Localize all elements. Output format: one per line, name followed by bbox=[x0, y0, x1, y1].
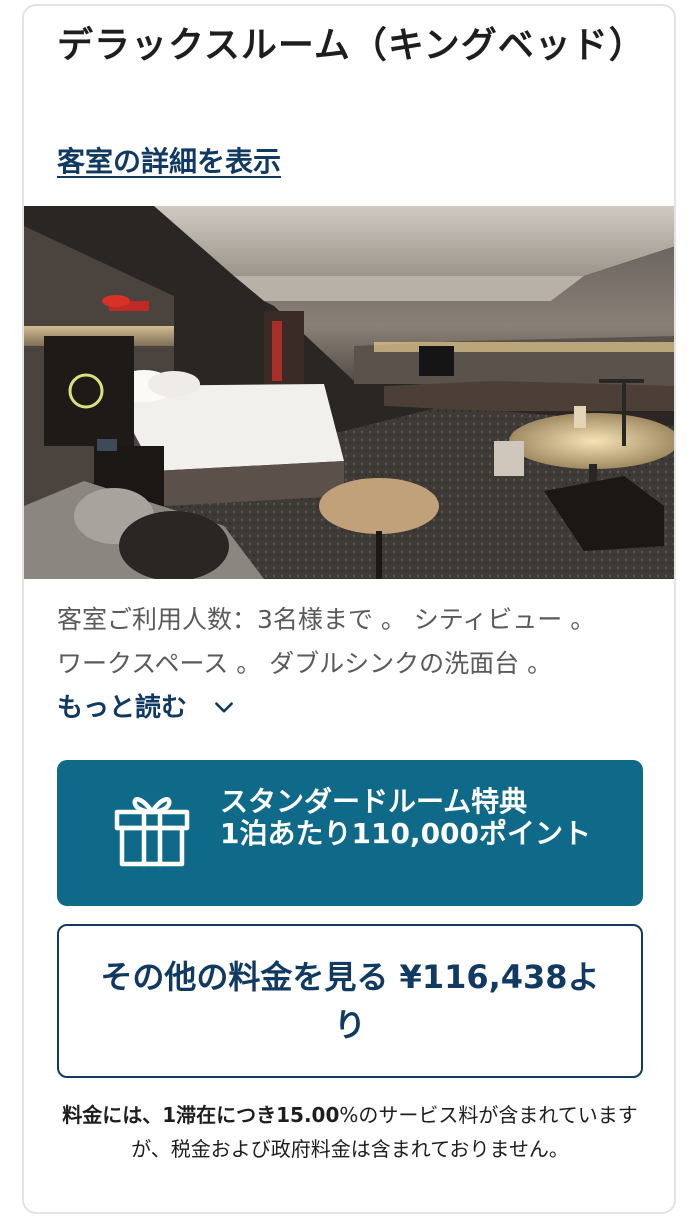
room-card: デラックスルーム（キングベッド） 客室の詳細を表示 客室ご利用人数：3名様まで … bbox=[22, 4, 676, 1214]
view-other-rates-button[interactable]: その他の料金を見る ¥116,438より bbox=[57, 924, 643, 1078]
read-more-label: もっと読む bbox=[57, 693, 188, 723]
room-photo bbox=[24, 206, 674, 579]
points-offer-text: スタンダードルーム特典 1泊あたり110,000ポイント bbox=[220, 786, 620, 850]
room-title: デラックスルーム（キングベッド） bbox=[57, 25, 646, 66]
points-offer-title: スタンダードルーム特典 bbox=[220, 785, 528, 818]
fee-disclaimer-bold: 料金には、1滞在につき15.00 bbox=[62, 1103, 340, 1127]
points-reward-button[interactable]: スタンダードルーム特典 1泊あたり110,000ポイント bbox=[57, 760, 643, 906]
view-other-rates-label: その他の料金を見る ¥116,438より bbox=[100, 958, 600, 1044]
read-more-button[interactable]: もっと読む bbox=[57, 690, 237, 726]
chevron-down-icon bbox=[215, 702, 233, 713]
room-details-link[interactable]: 客室の詳細を表示 bbox=[57, 142, 281, 182]
room-description: 客室ご利用人数：3名様まで 。 シティビュー 。 ワークスペース 。 ダブルシン… bbox=[57, 605, 596, 678]
fee-disclaimer: 料金には、1滞在につき15.00%のサービス料が含まれていますが、税金および政府… bbox=[54, 1098, 646, 1166]
gift-icon bbox=[114, 797, 190, 867]
points-offer-price: 1泊あたり110,000ポイント bbox=[220, 817, 592, 850]
